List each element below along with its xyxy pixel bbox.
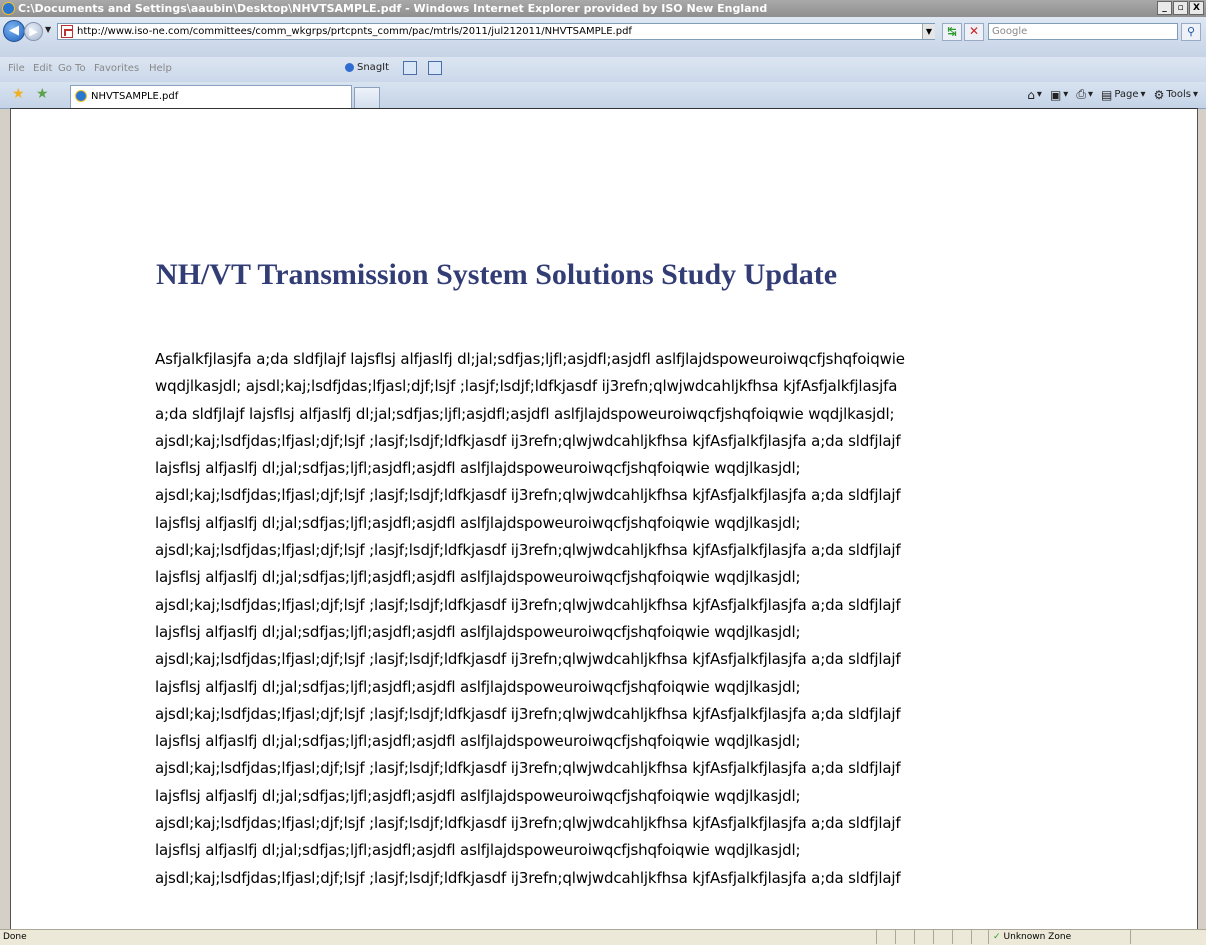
snagit-button[interactable]: SnagIt <box>345 62 389 73</box>
tools-menu-button[interactable]: ⚙ Tools ▾ <box>1154 88 1198 102</box>
ie-page-icon <box>75 90 87 102</box>
back-button[interactable]: ◀ <box>3 20 25 42</box>
document-line: ajsdl;kaj;lsdfjdas;lfjasl;djf;lsjf ;lasj… <box>155 704 901 723</box>
document-line: lajsflsj alfjaslfj dl;jal;sdfjas;ljfl;as… <box>155 841 801 860</box>
search-input[interactable]: Google <box>988 23 1178 40</box>
status-bar: Done ✓ Unknown Zone <box>0 929 1206 945</box>
page-menu-button[interactable]: ▤ Page ▾ <box>1101 88 1146 102</box>
favorites-star-icon[interactable]: ★ <box>12 86 25 102</box>
document-line: Asfjalkfjlasjfa a;da sldfjlajf lajsflsj … <box>155 350 905 368</box>
menu-help[interactable]: Help <box>149 63 172 74</box>
home-icon: ⌂ <box>1027 87 1035 102</box>
home-button[interactable]: ⌂ ▾ <box>1027 88 1042 102</box>
stop-button[interactable]: ✕ <box>964 23 984 41</box>
document-line: ajsdl;kaj;lsdfjdas;lfjasl;djf;lsjf ;lasj… <box>155 814 901 833</box>
pdf-icon <box>61 25 73 38</box>
page-label: Page <box>1114 89 1139 100</box>
url-dropdown-icon[interactable]: ▼ <box>922 24 935 39</box>
pdf-viewer[interactable]: NH/VT Transmission System Solutions Stud… <box>10 108 1198 929</box>
feeds-button[interactable]: ▣ ▾ <box>1050 88 1068 102</box>
tab-bar: ★ ★ NHVTSAMPLE.pdf ⌂ ▾ ▣ ▾ ⎙ ▾ ▤ Page ▾ ⚙ Tool… <box>0 82 1206 109</box>
ie-logo-icon <box>2 2 15 15</box>
document-title: NH/VT Transmission System Solutions Stud… <box>156 258 838 291</box>
zone-label: Unknown Zone <box>1003 932 1072 942</box>
document-line: ajsdl;kaj;lsdfjdas;lfjasl;djf;lsjf ;lasj… <box>155 431 901 450</box>
status-text: Done <box>3 932 27 942</box>
snagit-label: SnagIt <box>357 62 390 73</box>
document-line: lajsflsj alfjaslfj dl;jal;sdfjas;ljfl;as… <box>155 622 801 641</box>
status-pane <box>914 930 933 944</box>
document-line: lajsflsj alfjaslfj dl;jal;sdfjas;ljfl;as… <box>155 677 801 696</box>
maximize-button[interactable]: ▫ <box>1173 1 1188 15</box>
gear-icon: ⚙ <box>1153 87 1165 102</box>
zone-check-icon: ✓ <box>993 932 1001 942</box>
snagit-icon <box>345 62 354 72</box>
menu-bar: File Edit Go To Favorites Help SnagIt <box>0 57 1206 83</box>
status-pane <box>952 930 971 944</box>
document-line: ajsdl;kaj;lsdfjdas;lfjasl;djf;lsjf ;lasj… <box>155 541 901 560</box>
menu-file[interactable]: File <box>8 63 25 74</box>
menu-edit[interactable]: Edit <box>33 63 52 74</box>
document-line: ajsdl;kaj;lsdfjdas;lfjasl;djf;lsjf ;lasj… <box>155 868 901 887</box>
document-line: lajsflsj alfjaslfj dl;jal;sdfjas;ljfl;as… <box>155 786 801 805</box>
menu-goto[interactable]: Go To <box>58 63 86 74</box>
tab-label: NHVTSAMPLE.pdf <box>91 91 179 102</box>
forward-button[interactable]: ▶ <box>24 22 43 41</box>
refresh-button[interactable]: ↹ <box>942 23 962 41</box>
document-line: ajsdl;kaj;lsdfjdas;lfjasl;djf;lsjf ;lasj… <box>155 595 901 614</box>
document-line: lajsflsj alfjaslfj dl;jal;sdfjas;ljfl;as… <box>155 513 801 532</box>
page-icon: ▤ <box>1100 87 1113 102</box>
snagit-edit-icon[interactable] <box>428 61 442 75</box>
url-text: http://www.iso-ne.com/committees/comm_wk… <box>77 26 632 37</box>
menu-favorites[interactable]: Favorites <box>94 63 139 74</box>
add-favorites-icon[interactable]: ★ <box>36 86 49 102</box>
url-input[interactable]: http://www.iso-ne.com/committees/comm_wk… <box>57 23 935 40</box>
close-button[interactable]: X <box>1189 1 1204 15</box>
window-controls: _ ▫ X <box>1157 1 1204 15</box>
status-pane <box>876 930 895 944</box>
document-line: ajsdl;kaj;lsdfjdas;lfjasl;djf;lsjf ;lasj… <box>155 650 901 669</box>
search-icon[interactable]: ⚲ <box>1181 23 1201 41</box>
snagit-window-icon[interactable] <box>403 61 417 75</box>
window-title: C:\Documents and Settings\aaubin\Desktop… <box>18 2 768 15</box>
window-titlebar: C:\Documents and Settings\aaubin\Desktop… <box>0 0 1206 17</box>
status-pane <box>895 930 914 944</box>
security-zone[interactable]: ✓ Unknown Zone <box>988 930 1128 944</box>
tab-nhvtsample[interactable]: NHVTSAMPLE.pdf <box>70 85 352 108</box>
document-line: ajsdl;kaj;lsdfjdas;lfjasl;djf;lsjf ;lasj… <box>155 486 901 505</box>
document-line: a;da sldfjlajf lajsflsj alfjaslfj dl;jal… <box>155 404 895 423</box>
command-bar: ⌂ ▾ ▣ ▾ ⎙ ▾ ▤ Page ▾ ⚙ Tools ▾ <box>1027 87 1198 102</box>
zoom-pane[interactable] <box>1130 930 1206 944</box>
document-line: wqdjlkasjdl; ajsdl;kaj;lsdfjdas;lfjasl;d… <box>155 377 898 396</box>
address-bar: ◀ ▶ ▼ http://www.iso-ne.com/committees/c… <box>0 17 1206 57</box>
feeds-icon: ▣ <box>1049 87 1062 102</box>
document-line: ajsdl;kaj;lsdfjdas;lfjasl;djf;lsjf ;lasj… <box>155 759 901 778</box>
new-tab-button[interactable] <box>354 87 380 108</box>
minimize-button[interactable]: _ <box>1157 1 1172 15</box>
print-button[interactable]: ⎙ ▾ <box>1076 87 1093 102</box>
status-panes <box>876 930 990 945</box>
document-body: Asfjalkfjlasjfa a;da sldfjlajf lajsflsj … <box>155 346 1195 892</box>
tools-label: Tools <box>1166 89 1191 100</box>
document-line: lajsflsj alfjaslfj dl;jal;sdfjas;ljfl;as… <box>155 568 801 587</box>
history-dropdown-icon[interactable]: ▼ <box>45 25 51 34</box>
print-icon: ⎙ <box>1076 87 1086 101</box>
status-pane <box>933 930 952 944</box>
document-line: lajsflsj alfjaslfj dl;jal;sdfjas;ljfl;as… <box>155 459 801 478</box>
document-line: lajsflsj alfjaslfj dl;jal;sdfjas;ljfl;as… <box>155 732 801 751</box>
